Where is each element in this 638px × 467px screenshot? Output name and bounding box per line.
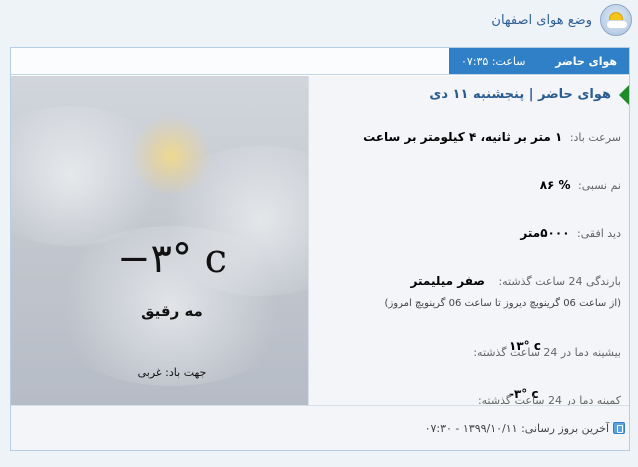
humidity-row: نم نسبی: % ۸۶ [540, 178, 621, 192]
update-info-icon [613, 422, 625, 434]
tab-current-weather[interactable]: هوای حاضر ساعت: ۰۷:۳۵ [449, 48, 629, 74]
last-update-text: آخرین بروز رسانی: ۱۳۹۹/۱۰/۱۱ - ۰۷:۳۰ [424, 421, 609, 435]
wind-direction: جهت باد: غربی [137, 366, 207, 379]
weather-details-column: هوای حاضر | پنجشنبه ۱۱ دی سرعت باد: ۱ مت… [308, 76, 629, 406]
hazy-sun-icon [131, 116, 211, 196]
humidity-label: نم نسبی: [578, 179, 621, 192]
visibility-label: دید افقی: [577, 227, 621, 240]
rainfall-note: (از ساعت 06 گرینویچ دیروز تا ساعت 06 گری… [384, 298, 621, 309]
panel-tab-bar: هوای حاضر ساعت: ۰۷:۳۵ [11, 48, 629, 75]
details-title: هوای حاضر | پنجشنبه ۱۱ دی [429, 87, 611, 102]
rainfall-row: بارندگی 24 ساعت گذشته: صفر میلیمتر [411, 274, 621, 288]
wind-speed-value: ۱ متر بر ثانیه، ۴ کیلومتر بر ساعت [363, 130, 563, 144]
last-update-bar: آخرین بروز رسانی: ۱۳۹۹/۱۰/۱۱ - ۰۷:۳۰ [11, 405, 629, 450]
wind-speed-row: سرعت باد: ۱ متر بر ثانیه، ۴ کیلومتر بر س… [363, 130, 621, 144]
max-temp-label: بیشینه دما در 24 ساعت گذشته: [473, 346, 621, 359]
sun-cloud-icon [600, 4, 632, 36]
humidity-value: % ۸۶ [539, 178, 571, 192]
title-arrow-icon [619, 84, 629, 106]
visibility-value: ۵۰۰۰متر [520, 226, 570, 240]
visibility-row: دید افقی: ۵۰۰۰متر [520, 226, 621, 240]
site-title[interactable]: وضع هوای اصفهان [491, 13, 592, 28]
rainfall-value: صفر میلیمتر [410, 274, 485, 288]
tab-label: هوای حاضر [555, 54, 617, 68]
wind-speed-label: سرعت باد: [569, 131, 621, 144]
current-temperature: −۳° c [116, 236, 228, 282]
weather-visual: −۳° c مه رقیق جهت باد: غربی [11, 76, 333, 406]
tab-time: ساعت: ۰۷:۳۵ [461, 54, 526, 68]
page-header: وضع هوای اصفهان [0, 0, 638, 40]
weather-panel: هوای حاضر ساعت: ۰۷:۳۵ −۳° c مه رقیق جهت … [10, 47, 630, 451]
rainfall-label: بارندگی 24 ساعت گذشته: [498, 275, 621, 288]
current-condition: مه رقیق [141, 302, 203, 320]
